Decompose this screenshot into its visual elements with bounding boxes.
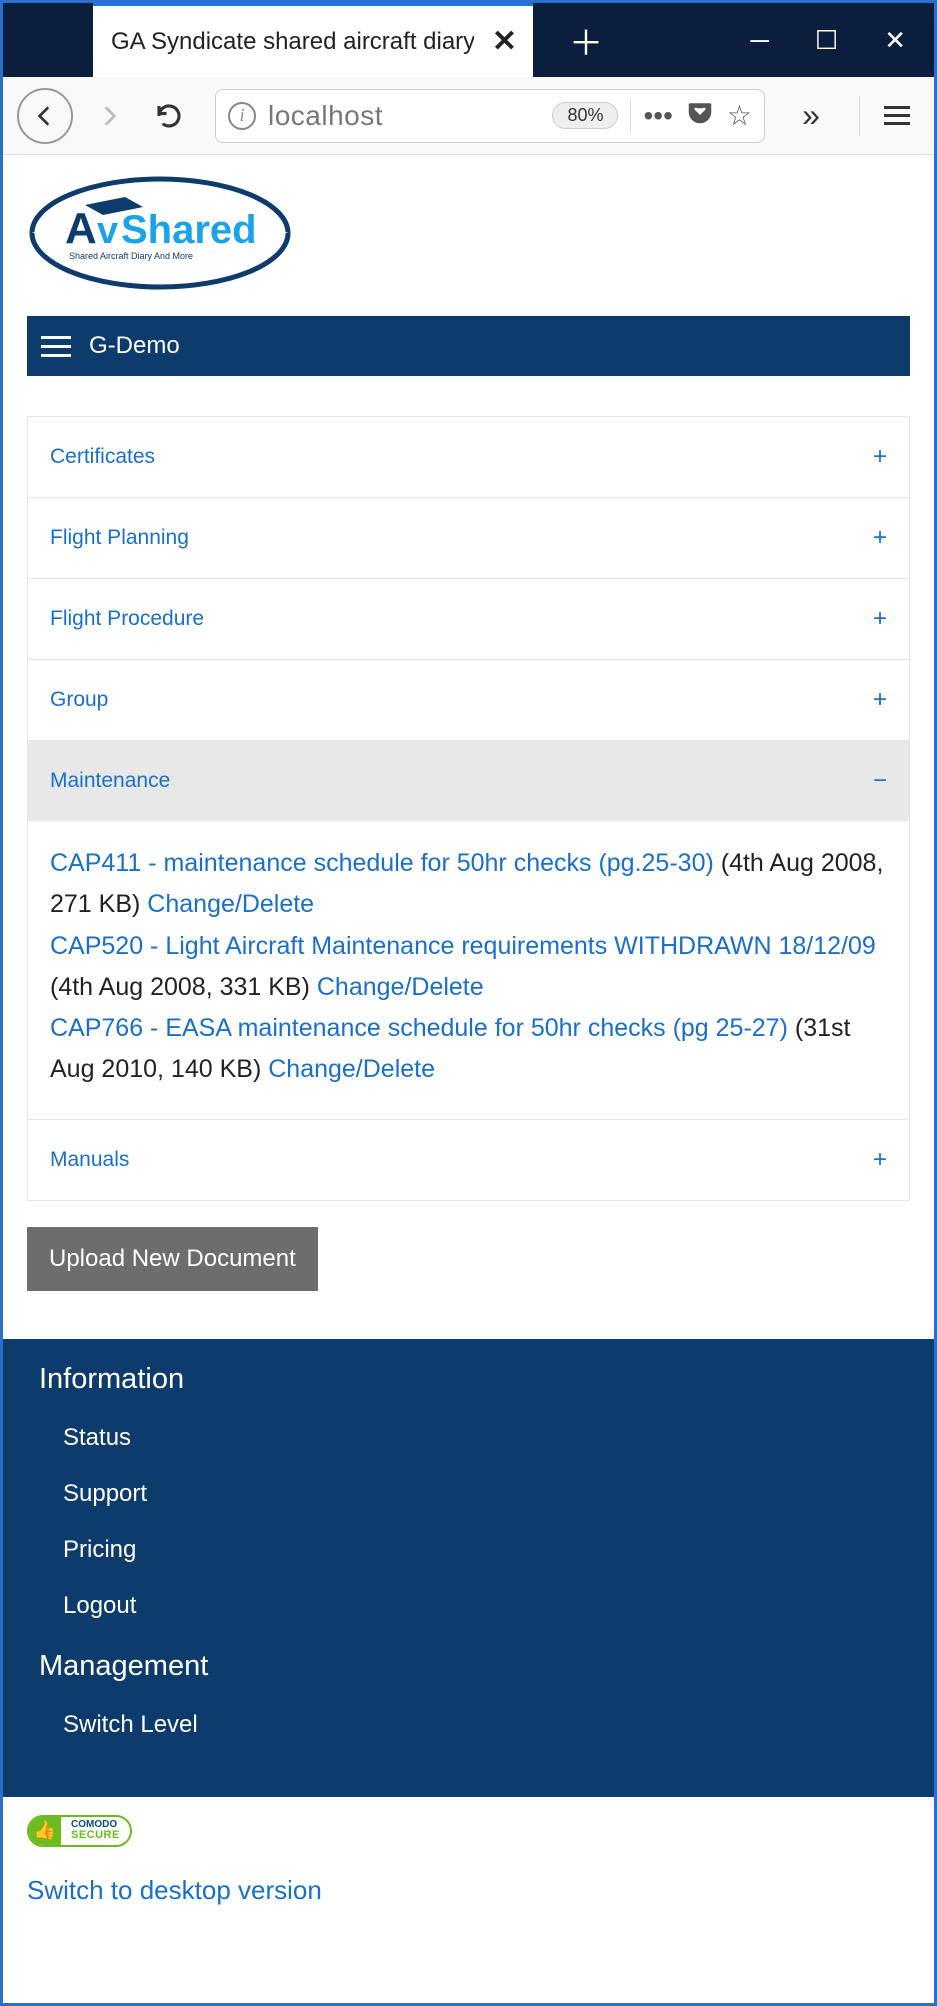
accordion-section-group: Group + xyxy=(28,660,909,741)
footer-link-status[interactable]: Status xyxy=(39,1410,898,1466)
footer-link-support[interactable]: Support xyxy=(39,1466,898,1522)
logo-area: A v Shared Shared Aircraft Diary And Mor… xyxy=(3,155,934,316)
secure-badge-text: COMODO SECURE xyxy=(61,1820,130,1841)
svg-text:Shared: Shared xyxy=(121,208,257,252)
page-actions-icon[interactable]: ••• xyxy=(643,100,672,132)
url-bar[interactable]: i localhost 80% ••• ☆ xyxy=(215,89,765,143)
accordion-label: Flight Planning xyxy=(50,526,189,550)
accordion-label: Maintenance xyxy=(50,769,170,793)
change-delete-link[interactable]: Change/Delete xyxy=(317,973,484,1001)
close-window-button[interactable]: ✕ xyxy=(884,25,906,56)
expand-icon: + xyxy=(873,443,887,471)
accordion-section-flight-planning: Flight Planning + xyxy=(28,498,909,579)
close-tab-icon[interactable]: ✕ xyxy=(486,24,523,59)
overflow-chevron-icon[interactable]: » xyxy=(787,97,835,134)
header-title: G-Demo xyxy=(89,332,180,360)
tab-spacer xyxy=(3,3,93,77)
accordion-label: Group xyxy=(50,688,108,712)
svg-text:v: v xyxy=(97,210,118,252)
bookmark-star-icon[interactable]: ☆ xyxy=(727,99,752,132)
accordion-section-maintenance: Maintenance − CAP411 - maintenance sched… xyxy=(28,741,909,1120)
bottom-area: 👍 COMODO SECURE Switch to desktop versio… xyxy=(3,1797,934,1924)
expand-icon: + xyxy=(873,524,887,552)
svg-text:A: A xyxy=(65,204,97,253)
browser-menu-button[interactable] xyxy=(884,106,910,125)
document-accordion: Certificates + Flight Planning + Flight … xyxy=(27,416,910,1201)
document-row: CAP520 - Light Aircraft Maintenance requ… xyxy=(50,926,887,1009)
document-meta: (4th Aug 2008, 331 KB) xyxy=(50,973,310,1001)
upload-document-button[interactable]: Upload New Document xyxy=(27,1227,318,1291)
footer-heading-information: Information xyxy=(39,1363,898,1396)
accordion-label: Manuals xyxy=(50,1148,129,1172)
document-link[interactable]: CAP411 - maintenance schedule for 50hr c… xyxy=(50,849,714,877)
accordion-body: CAP411 - maintenance schedule for 50hr c… xyxy=(28,821,909,1119)
avshared-logo[interactable]: A v Shared Shared Aircraft Diary And Mor… xyxy=(25,173,295,293)
accordion-section-certificates: Certificates + xyxy=(28,417,909,498)
minimize-button[interactable]: ─ xyxy=(750,25,768,56)
document-row: CAP411 - maintenance schedule for 50hr c… xyxy=(50,843,887,926)
back-button[interactable] xyxy=(17,88,73,144)
url-text: localhost xyxy=(268,100,540,132)
accordion-label: Flight Procedure xyxy=(50,607,204,631)
hamburger-menu-icon[interactable] xyxy=(41,336,71,357)
accordion-section-manuals: Manuals + xyxy=(28,1120,909,1200)
expand-icon: + xyxy=(873,1146,887,1174)
tab-title: GA Syndicate shared aircraft diary b xyxy=(111,28,474,56)
document-row: CAP766 - EASA maintenance schedule for 5… xyxy=(50,1008,887,1091)
reload-button[interactable] xyxy=(145,92,193,140)
accordion-label: Certificates xyxy=(50,445,155,469)
svg-text:Shared Aircraft Diary And More: Shared Aircraft Diary And More xyxy=(69,251,193,261)
thumbs-up-icon: 👍 xyxy=(29,1817,61,1845)
expand-icon: + xyxy=(873,605,887,633)
document-link[interactable]: CAP766 - EASA maintenance schedule for 5… xyxy=(50,1014,788,1042)
collapse-icon: − xyxy=(873,767,887,795)
page-content: A v Shared Shared Aircraft Diary And Mor… xyxy=(3,155,934,1924)
url-divider xyxy=(630,99,631,133)
footer-link-logout[interactable]: Logout xyxy=(39,1578,898,1634)
switch-to-desktop-link[interactable]: Switch to desktop version xyxy=(27,1875,910,1906)
forward-button xyxy=(85,92,133,140)
footer-heading-management: Management xyxy=(39,1650,898,1683)
new-tab-button[interactable]: ＋ xyxy=(569,16,603,65)
footer-link-pricing[interactable]: Pricing xyxy=(39,1522,898,1578)
app-header: G-Demo xyxy=(27,316,910,376)
comodo-secure-badge[interactable]: 👍 COMODO SECURE xyxy=(27,1815,132,1847)
info-icon[interactable]: i xyxy=(228,102,256,130)
accordion-section-flight-procedure: Flight Procedure + xyxy=(28,579,909,660)
maximize-button[interactable]: ☐ xyxy=(815,25,838,56)
browser-tab[interactable]: GA Syndicate shared aircraft diary b ✕ xyxy=(93,3,533,77)
pocket-icon[interactable] xyxy=(685,97,715,134)
browser-titlebar: GA Syndicate shared aircraft diary b ✕ ＋… xyxy=(3,3,934,77)
zoom-indicator[interactable]: 80% xyxy=(552,102,618,129)
footer-link-switch-level[interactable]: Switch Level xyxy=(39,1697,898,1753)
document-link[interactable]: CAP520 - Light Aircraft Maintenance requ… xyxy=(50,932,876,960)
nav-divider xyxy=(859,96,860,136)
footer: Information Status Support Pricing Logou… xyxy=(3,1339,934,1797)
change-delete-link[interactable]: Change/Delete xyxy=(268,1055,435,1083)
expand-icon: + xyxy=(873,686,887,714)
change-delete-link[interactable]: Change/Delete xyxy=(147,890,314,918)
browser-navbar: i localhost 80% ••• ☆ » xyxy=(3,77,934,155)
